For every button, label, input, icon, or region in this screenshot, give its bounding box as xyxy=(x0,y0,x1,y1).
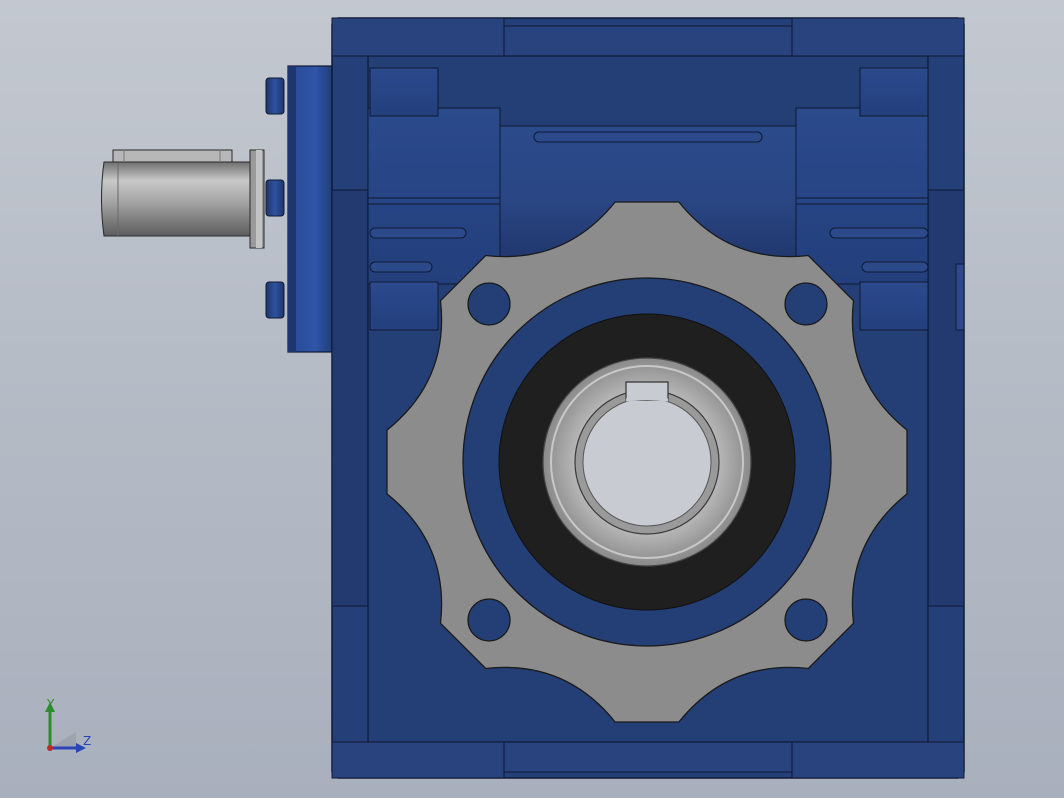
input-flange xyxy=(265,65,335,353)
axis-y-label: Y xyxy=(47,697,55,711)
output-bore xyxy=(462,277,832,647)
axis-z-label: Z xyxy=(83,734,92,748)
input-shaft xyxy=(101,149,265,249)
view-orientation-triad: Y Z xyxy=(36,696,106,766)
3d-viewport[interactable]: Y Z xyxy=(0,0,1064,798)
worm-gear-reducer-model xyxy=(101,17,965,779)
